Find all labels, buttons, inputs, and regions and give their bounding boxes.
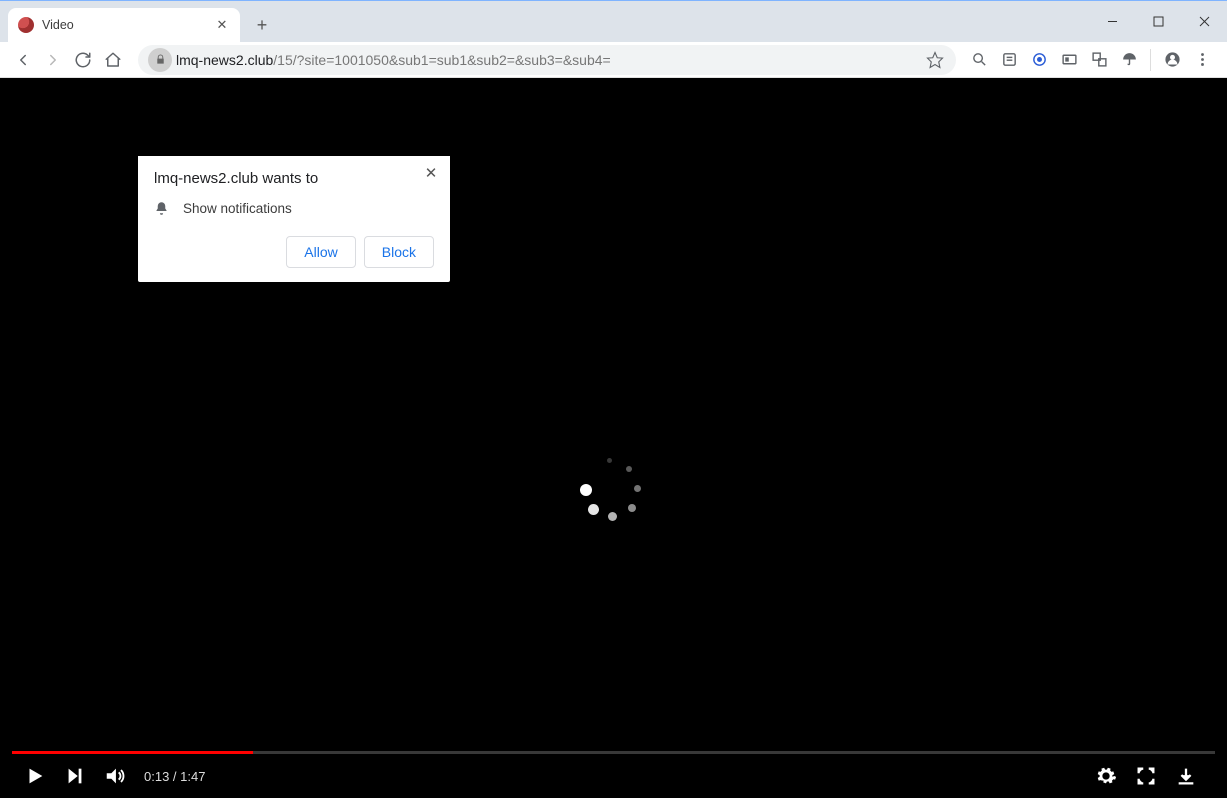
site-info-button[interactable] bbox=[148, 48, 172, 72]
window-minimize-button[interactable] bbox=[1089, 6, 1135, 36]
zoom-icon[interactable] bbox=[966, 47, 992, 73]
tab-strip: Video ✕ + bbox=[0, 0, 1227, 42]
window-close-button[interactable] bbox=[1181, 6, 1227, 36]
video-controls: 0:13 / 1:47 bbox=[0, 754, 1227, 798]
bookmark-button[interactable] bbox=[924, 51, 946, 69]
loading-spinner bbox=[580, 458, 644, 522]
tab-title: Video bbox=[42, 18, 214, 32]
window-controls bbox=[1089, 0, 1227, 42]
url-path: /15/?site=1001050&sub1=sub1&sub2=&sub3=&… bbox=[273, 52, 610, 68]
permission-item: Show notifications bbox=[154, 201, 434, 216]
play-button[interactable] bbox=[18, 759, 52, 793]
address-bar[interactable]: lmq-news2.club/15/?site=1001050&sub1=sub… bbox=[138, 45, 956, 75]
url-text: lmq-news2.club/15/?site=1001050&sub1=sub… bbox=[176, 52, 924, 68]
menu-button[interactable] bbox=[1189, 47, 1215, 73]
browser-tab[interactable]: Video ✕ bbox=[8, 8, 240, 42]
video-duration: 1:47 bbox=[180, 769, 205, 784]
extension-umbrella-icon[interactable] bbox=[1116, 47, 1142, 73]
back-button[interactable] bbox=[8, 45, 38, 75]
next-button[interactable] bbox=[58, 759, 92, 793]
dialog-close-button[interactable]: ✕ bbox=[422, 164, 440, 182]
settings-button[interactable] bbox=[1089, 759, 1123, 793]
home-button[interactable] bbox=[98, 45, 128, 75]
permission-item-label: Show notifications bbox=[183, 201, 292, 216]
fullscreen-button[interactable] bbox=[1129, 759, 1163, 793]
window-maximize-button[interactable] bbox=[1135, 6, 1181, 36]
reload-button[interactable] bbox=[68, 45, 98, 75]
dialog-title: lmq-news2.club wants to bbox=[154, 170, 434, 187]
lock-icon bbox=[155, 54, 166, 65]
bell-icon bbox=[154, 201, 169, 216]
extension-circle-icon[interactable] bbox=[1026, 47, 1052, 73]
extension-news-icon[interactable] bbox=[996, 47, 1022, 73]
url-host: lmq-news2.club bbox=[176, 52, 273, 68]
download-button[interactable] bbox=[1169, 759, 1203, 793]
forward-button[interactable] bbox=[38, 45, 68, 75]
extension-icons bbox=[962, 47, 1219, 73]
toolbar-divider bbox=[1150, 49, 1151, 71]
favicon bbox=[18, 17, 34, 33]
page-content: ✕ lmq-news2.club wants to Show notificat… bbox=[0, 78, 1227, 798]
profile-button[interactable] bbox=[1159, 47, 1185, 73]
extension-card-icon[interactable] bbox=[1056, 47, 1082, 73]
new-tab-button[interactable]: + bbox=[248, 11, 276, 39]
video-elapsed: 0:13 bbox=[144, 769, 169, 784]
block-button[interactable]: Block bbox=[364, 236, 434, 268]
notification-permission-dialog: ✕ lmq-news2.club wants to Show notificat… bbox=[138, 156, 450, 282]
video-time-display: 0:13 / 1:47 bbox=[144, 769, 205, 784]
extension-translate-icon[interactable] bbox=[1086, 47, 1112, 73]
browser-toolbar: lmq-news2.club/15/?site=1001050&sub1=sub… bbox=[0, 42, 1227, 78]
volume-button[interactable] bbox=[98, 759, 132, 793]
allow-button[interactable]: Allow bbox=[286, 236, 355, 268]
close-tab-icon[interactable]: ✕ bbox=[214, 17, 230, 33]
dialog-actions: Allow Block bbox=[154, 236, 434, 268]
